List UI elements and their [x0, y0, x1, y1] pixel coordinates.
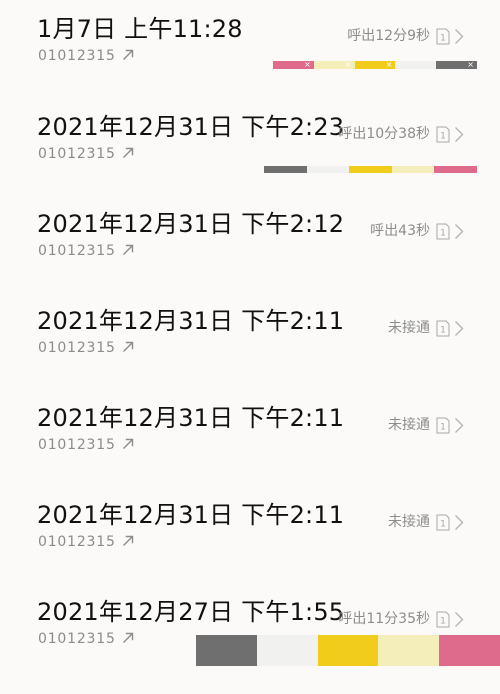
call-log-entry[interactable]: 2021年12月31日 下午2:11 01012315 未接通 1 — [0, 403, 500, 500]
color-swatch: × — [436, 60, 477, 69]
phone-number: 01012315 — [38, 436, 134, 454]
sim-card-icon: 1 — [436, 28, 450, 45]
close-icon: × — [344, 60, 352, 69]
call-time: 2021年12月31日 下午2:11 — [37, 307, 345, 335]
chevron-right-icon[interactable] — [454, 611, 464, 628]
color-swatch — [439, 635, 500, 666]
call-duration: 呼出11分35秒 — [338, 611, 430, 627]
call-status: 未接通 — [388, 514, 430, 530]
call-log-entry[interactable]: 2021年12月31日 下午2:11 01012315 未接通 1 — [0, 306, 500, 403]
phone-number-text: 01012315 — [38, 48, 116, 64]
phone-number-text: 01012315 — [38, 340, 116, 356]
color-swatch — [434, 166, 477, 173]
phone-number-text: 01012315 — [38, 534, 116, 550]
color-swatch — [378, 635, 440, 666]
close-icon: × — [385, 60, 393, 69]
sim-slot-label: 1 — [440, 34, 446, 44]
sim-card-icon: 1 — [436, 126, 450, 143]
outgoing-arrow-icon — [122, 632, 133, 643]
close-icon: × — [467, 60, 474, 69]
color-swatch — [395, 61, 437, 69]
sim-card-icon: 1 — [436, 514, 450, 531]
sim-slot-label: 1 — [440, 229, 446, 239]
call-log-entry[interactable]: 2021年12月31日 下午2:23 01012315 呼出10分38秒 1 — [0, 112, 500, 209]
call-duration: 呼出43秒 — [370, 223, 430, 239]
phone-number-text: 01012315 — [38, 243, 116, 259]
call-status: 未接通 — [388, 320, 430, 336]
close-icon: × — [304, 60, 311, 69]
call-time: 2021年12月31日 下午2:11 — [37, 404, 345, 432]
phone-number: 01012315 — [38, 339, 134, 357]
sim-slot-label: 1 — [440, 423, 446, 433]
call-time: 1月7日 上午11:28 — [37, 15, 243, 43]
color-swatch — [256, 635, 318, 666]
outgoing-arrow-icon — [122, 147, 133, 158]
phone-number-text: 01012315 — [38, 146, 116, 162]
phone-number: 01012315 — [38, 145, 134, 163]
chevron-right-icon[interactable] — [454, 514, 464, 531]
call-log-screen: { "calls": [ {"time": "1月7日 上午11:28", "n… — [0, 0, 500, 666]
chevron-right-icon[interactable] — [454, 417, 464, 434]
outgoing-arrow-icon — [122, 244, 133, 255]
call-status: 未接通 — [388, 417, 430, 433]
outgoing-arrow-icon — [122, 49, 133, 60]
sim-slot-label: 1 — [440, 520, 446, 530]
call-log-entry[interactable]: 2021年12月31日 下午2:11 01012315 未接通 1 — [0, 500, 500, 597]
sim-slot-label: 1 — [440, 326, 446, 336]
call-time: 2021年12月31日 下午2:11 — [37, 501, 345, 529]
chevron-right-icon[interactable] — [454, 223, 464, 240]
call-time: 2021年12月31日 下午2:12 — [37, 210, 345, 238]
call-time: 2021年12月31日 下午2:23 — [37, 113, 345, 141]
call-duration: 呼出12分9秒 — [347, 28, 430, 44]
sim-card-icon: 1 — [436, 611, 450, 628]
call-duration: 呼出10分38秒 — [338, 126, 430, 142]
phone-number: 01012315 — [38, 242, 134, 260]
sim-slot-label: 1 — [440, 132, 446, 142]
color-swatch: × — [354, 60, 396, 69]
color-swatch — [306, 166, 350, 173]
sim-card-icon: 1 — [436, 223, 450, 240]
chevron-right-icon[interactable] — [454, 320, 464, 337]
color-swatch: × — [313, 60, 355, 69]
sim-slot-label: 1 — [440, 617, 446, 627]
color-swatch — [264, 166, 307, 173]
chevron-right-icon[interactable] — [454, 28, 464, 45]
color-palette-strip — [264, 166, 477, 173]
outgoing-arrow-icon — [122, 341, 133, 352]
sim-card-icon: 1 — [436, 417, 450, 434]
call-log-entry[interactable]: 2021年12月31日 下午2:12 01012315 呼出43秒 1 — [0, 209, 500, 306]
phone-number: 01012315 — [38, 47, 134, 65]
phone-number: 01012315 — [38, 533, 134, 551]
color-swatch: × — [273, 60, 314, 69]
phone-number-text: 01012315 — [38, 437, 116, 453]
chevron-right-icon[interactable] — [454, 126, 464, 143]
color-swatch — [196, 635, 257, 666]
call-time: 2021年12月27日 下午1:55 — [37, 598, 345, 626]
phone-number: 01012315 — [38, 630, 134, 648]
color-swatch — [391, 166, 435, 173]
sim-card-icon: 1 — [436, 320, 450, 337]
color-swatch — [317, 635, 379, 666]
phone-number-text: 01012315 — [38, 631, 116, 647]
outgoing-arrow-icon — [122, 535, 133, 546]
outgoing-arrow-icon — [122, 438, 133, 449]
color-swatch — [349, 166, 392, 173]
color-palette-strip — [196, 635, 500, 666]
color-palette-strip: × × × × — [273, 60, 477, 69]
